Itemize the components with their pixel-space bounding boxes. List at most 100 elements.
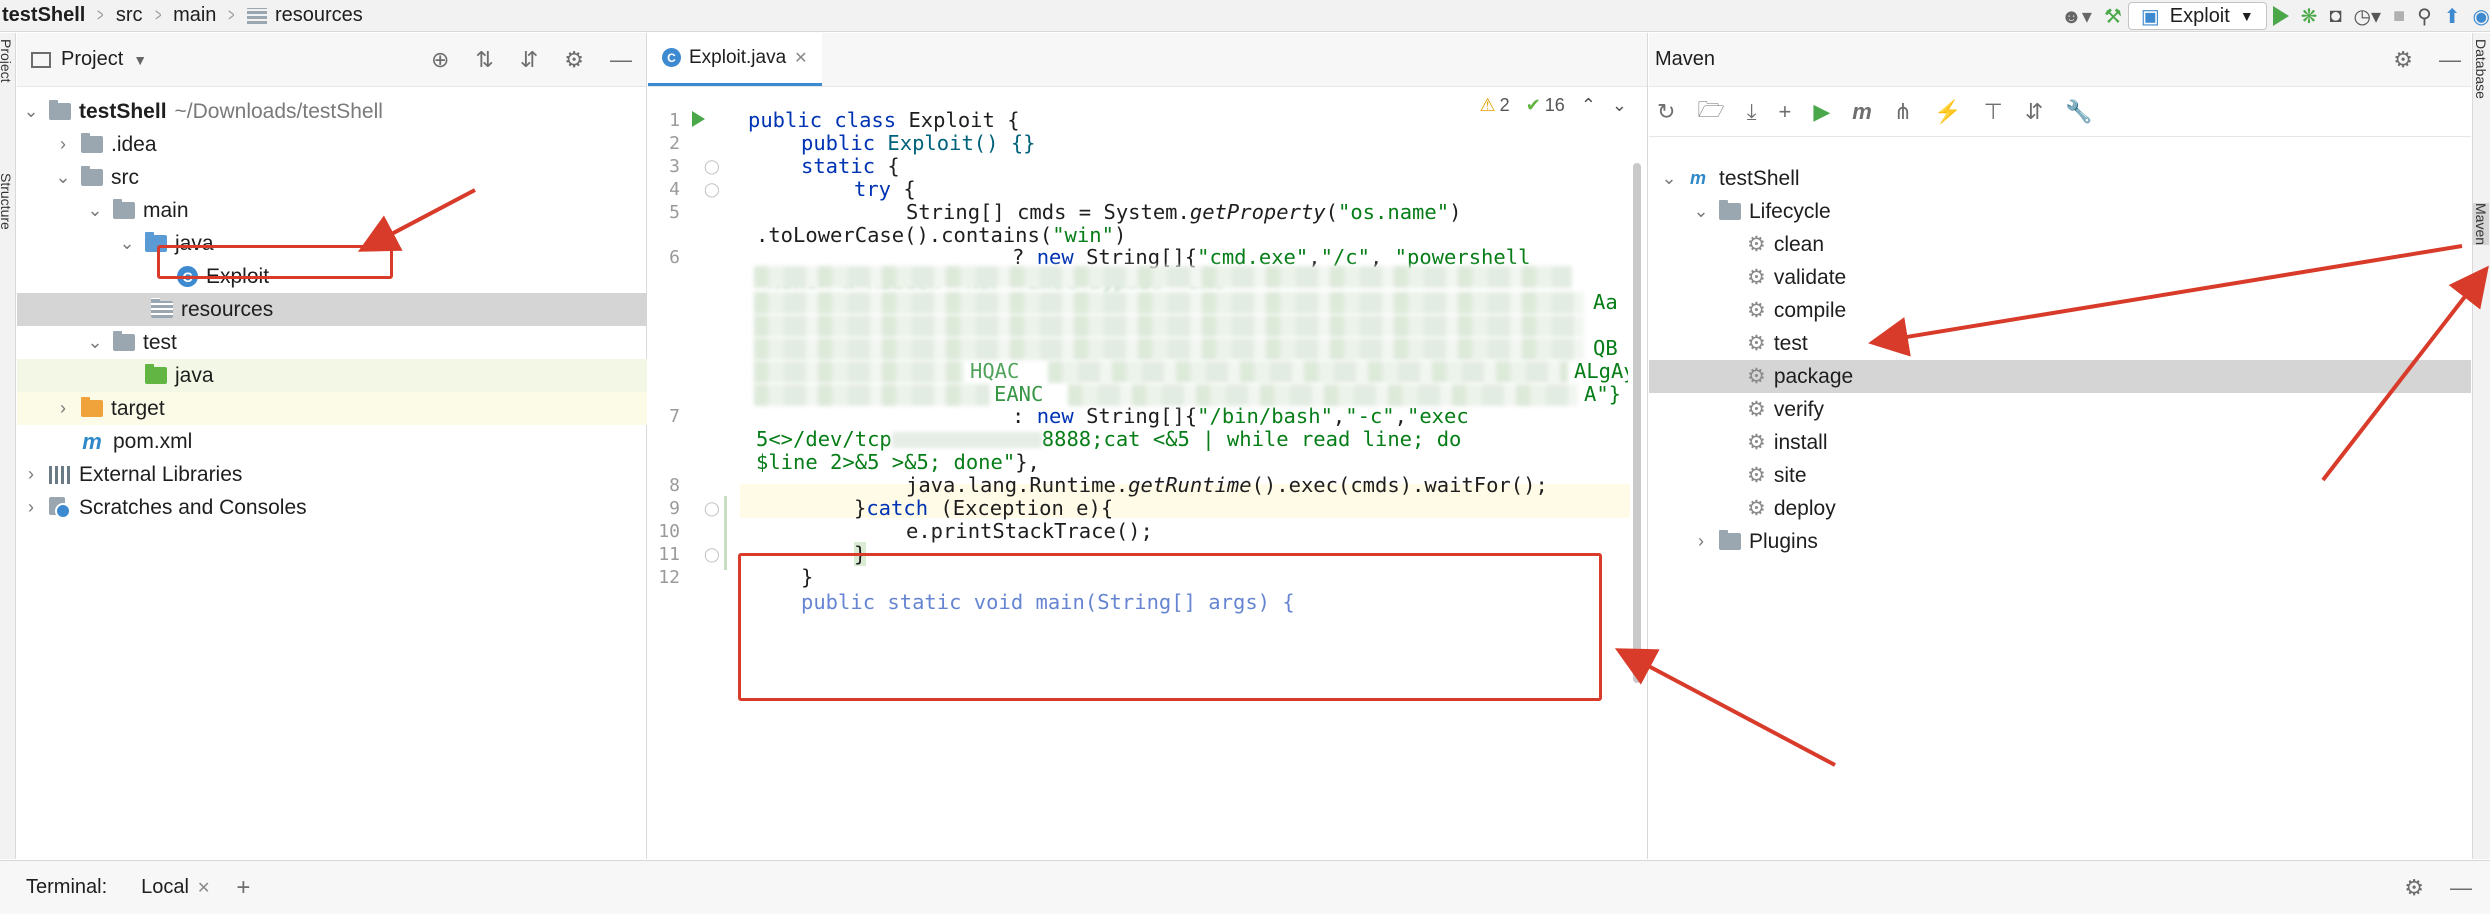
terminal-tab-local[interactable]: Local ✕ — [141, 876, 210, 899]
maven-goal-package[interactable]: ⚙ package — [1649, 360, 2471, 393]
chevron-down-icon[interactable]: ⌄ — [119, 233, 135, 254]
chevron-down-icon[interactable]: ⌄ — [1693, 201, 1709, 222]
tree-item-src[interactable]: ⌄ src — [17, 161, 647, 194]
close-icon[interactable]: ✕ — [794, 48, 807, 68]
tree-item-testshell[interactable]: ⌄ testShell ~/Downloads/testShell — [17, 95, 647, 128]
run-gutter-icon[interactable] — [692, 111, 705, 127]
expand-all-icon[interactable]: ⇅ — [475, 47, 493, 73]
goal-label: install — [1773, 430, 1828, 454]
project-panel-title[interactable]: Project — [61, 48, 123, 71]
maven-goal-deploy[interactable]: ⚙ deploy — [1649, 492, 2471, 525]
gear-icon: ⚙ — [1747, 398, 1766, 421]
fold-icon[interactable]: ◯ — [704, 158, 720, 175]
chevron-right-icon[interactable]: › — [1693, 531, 1709, 552]
chevron-down-icon[interactable]: ⌄ — [23, 101, 39, 122]
skip-tests-icon[interactable]: ⚡ — [1934, 99, 1961, 125]
hide-icon[interactable]: — — [610, 47, 632, 73]
stop-icon[interactable]: ■ — [2393, 2, 2405, 30]
fold-icon[interactable]: ◯ — [704, 181, 720, 198]
maven-plugins[interactable]: › Plugins — [1649, 525, 2471, 558]
chevron-down-icon[interactable]: ⌄ — [87, 200, 103, 221]
tab-exploit-java[interactable]: C Exploit.java ✕ — [648, 32, 822, 86]
chevron-right-icon[interactable]: › — [55, 398, 71, 419]
tree-item-test[interactable]: ⌄ test — [17, 326, 647, 359]
debug-icon[interactable]: ❋ — [2301, 2, 2318, 30]
hide-icon[interactable]: — — [2450, 875, 2472, 901]
maven-goal-validate[interactable]: ⚙ validate — [1649, 261, 2471, 294]
chevron-right-icon[interactable]: › — [23, 497, 39, 518]
maven-goal-compile[interactable]: ⚙ compile — [1649, 294, 2471, 327]
tree-item-path-hint: ~/Downloads/testShell — [174, 99, 383, 123]
side-tab-structure[interactable]: Structure — [0, 173, 14, 230]
tree-item-label: pom.xml — [113, 429, 193, 453]
side-tab-project[interactable]: Project — [0, 39, 14, 83]
side-tab-maven[interactable]: Maven — [2473, 203, 2489, 246]
maven-goal-site[interactable]: ⚙ site — [1649, 459, 2471, 492]
run-configuration-select[interactable]: ▣ Exploit ▼ — [2127, 2, 2267, 30]
chevron-down-icon[interactable]: ⌄ — [55, 167, 71, 188]
build-hammer-icon[interactable]: ⚒ — [2104, 2, 2122, 30]
reload-icon[interactable]: ↻ — [1657, 99, 1675, 125]
maven-project-testshell[interactable]: ⌄ m testShell — [1649, 162, 2471, 195]
tree-item-external-libraries[interactable]: › External Libraries — [17, 458, 647, 491]
maven-goal-verify[interactable]: ⚙ verify — [1649, 393, 2471, 426]
locate-icon[interactable]: ⊕ — [431, 47, 449, 73]
excluded-folder-icon — [81, 397, 103, 417]
side-tab-database[interactable]: Database — [2473, 39, 2489, 99]
tree-item-resources[interactable]: resources — [17, 293, 647, 326]
annotation-box-bash-command — [738, 553, 1602, 701]
tree-item-main[interactable]: ⌄ main — [17, 194, 647, 227]
breadcrumb-project[interactable]: testShell — [0, 0, 85, 32]
plugins-folder-icon — [1719, 530, 1741, 550]
profile-icon[interactable]: ◷▾ — [2354, 2, 2382, 30]
gear-icon[interactable]: ⚙ — [2393, 47, 2413, 73]
maven-goal-test[interactable]: ⚙ test — [1649, 327, 2471, 360]
run-icon[interactable]: ▶ — [1813, 99, 1830, 125]
close-icon[interactable]: ✕ — [197, 878, 210, 898]
user-icon[interactable]: ☻▾ — [2061, 2, 2092, 30]
collapse-all-icon[interactable]: ⇵ — [520, 47, 538, 73]
tree-item-test-java[interactable]: java — [17, 359, 647, 392]
add-folder-icon[interactable]: 🗁 — [1697, 93, 1724, 131]
tree-item-scratches[interactable]: › Scratches and Consoles — [17, 491, 647, 524]
tree-item-idea[interactable]: › .idea — [17, 128, 647, 161]
wrench-icon[interactable]: 🔧 — [2065, 99, 2092, 125]
toggle-offline-icon[interactable]: ⋔ — [1894, 99, 1912, 125]
tree-item-target[interactable]: › target — [17, 392, 647, 425]
maven-goal-clean[interactable]: ⚙ clean — [1649, 228, 2471, 261]
maven-goal-install[interactable]: ⚙ install — [1649, 426, 2471, 459]
chevron-down-icon[interactable]: ⌄ — [1661, 168, 1677, 189]
redacted-text — [1048, 361, 1568, 383]
code-line-6-fragment: EANC — [994, 382, 1044, 406]
search-icon[interactable]: ⚲ — [2417, 2, 2432, 30]
breadcrumb-src[interactable]: src — [116, 0, 143, 32]
code-content[interactable]: public class Exploit { public Exploit() … — [748, 88, 1628, 859]
chevron-down-icon[interactable]: ▼ — [133, 52, 147, 68]
run-icon[interactable] — [2272, 2, 2289, 30]
show-dependencies-icon[interactable]: ⊤ — [1984, 99, 2003, 125]
collapse-all-icon[interactable]: ⇵ — [2025, 99, 2043, 125]
add-icon[interactable]: + — [1778, 99, 1791, 125]
tree-item-pom[interactable]: m pom.xml — [17, 425, 647, 458]
chevron-down-icon[interactable]: ⌄ — [87, 332, 103, 353]
download-icon[interactable]: ⤓ — [1747, 99, 1757, 125]
goal-label: clean — [1773, 232, 1825, 256]
coverage-icon[interactable]: ◘ — [2329, 2, 2341, 30]
code-line-3: static { — [801, 154, 900, 178]
add-icon[interactable]: + — [236, 874, 250, 902]
hide-icon[interactable]: — — [2439, 47, 2461, 73]
execute-goal-icon[interactable]: m — [1852, 99, 1872, 125]
breadcrumb-resources[interactable]: resources — [246, 0, 363, 32]
gear-icon[interactable]: ⚙ — [2404, 875, 2424, 901]
editor-gutter: 1 2 3 4 5 6 7 8 9 10 11 12 ◯ ◯ ◯ ◯ — [648, 88, 740, 859]
plugin-logo-icon[interactable]: ◉ — [2473, 2, 2490, 30]
breadcrumb-main[interactable]: main — [173, 0, 216, 32]
fold-icon[interactable]: ◯ — [704, 546, 720, 563]
gear-icon[interactable]: ⚙ — [564, 47, 584, 73]
editor-scrollbar[interactable] — [1633, 163, 1641, 683]
fold-icon[interactable]: ◯ — [704, 500, 720, 517]
update-icon[interactable]: ⬆ — [2444, 2, 2461, 30]
chevron-right-icon[interactable]: › — [55, 134, 71, 155]
chevron-right-icon[interactable]: › — [23, 464, 39, 485]
maven-lifecycle[interactable]: ⌄ Lifecycle — [1649, 195, 2471, 228]
